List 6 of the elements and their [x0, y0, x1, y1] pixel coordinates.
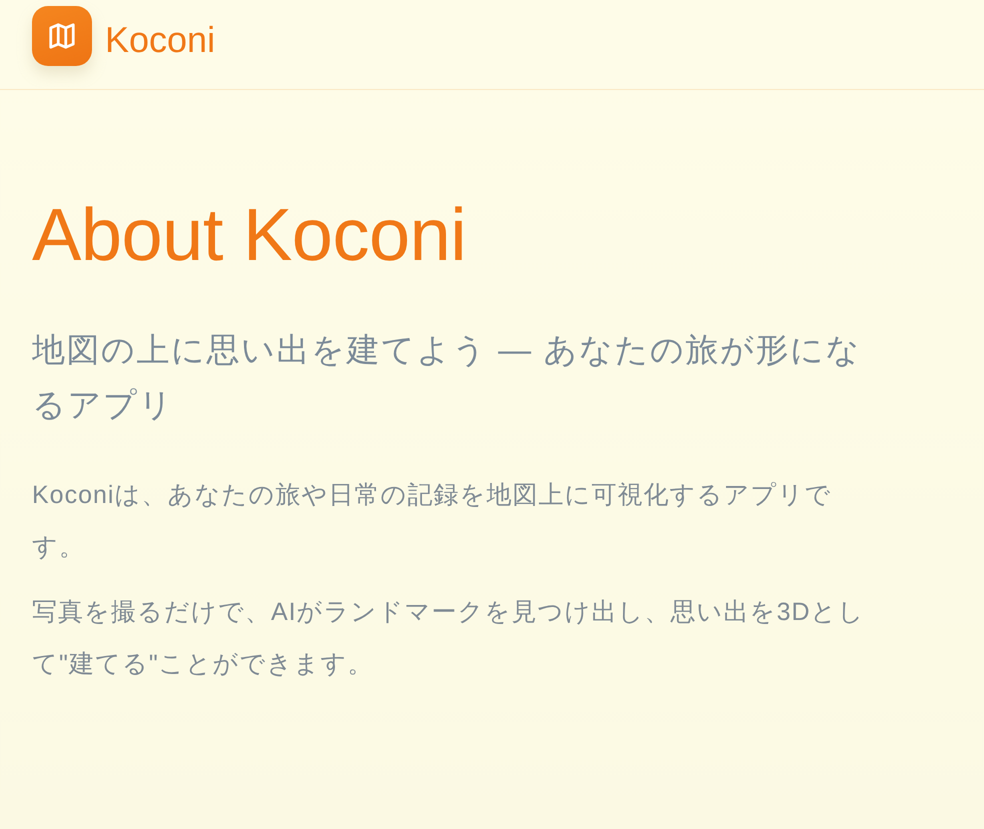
- map-icon: [32, 6, 92, 66]
- body-paragraph: Koconiは、あなたの旅や日常の記録を地図上に可視化するアプリです。: [32, 480, 832, 563]
- body-paragraph: 写真を撮るだけで、AIがランドマークを見つけ出し、思い出を3Dとして"建てる"ことができます。: [32, 596, 866, 680]
- page-title: About Koconi: [32, 192, 466, 278]
- subtitle: 地図の上に思い出を建てよう — あなたの旅が形になるアプリ: [32, 330, 862, 425]
- brand-link[interactable]: Koconi: [32, 6, 216, 66]
